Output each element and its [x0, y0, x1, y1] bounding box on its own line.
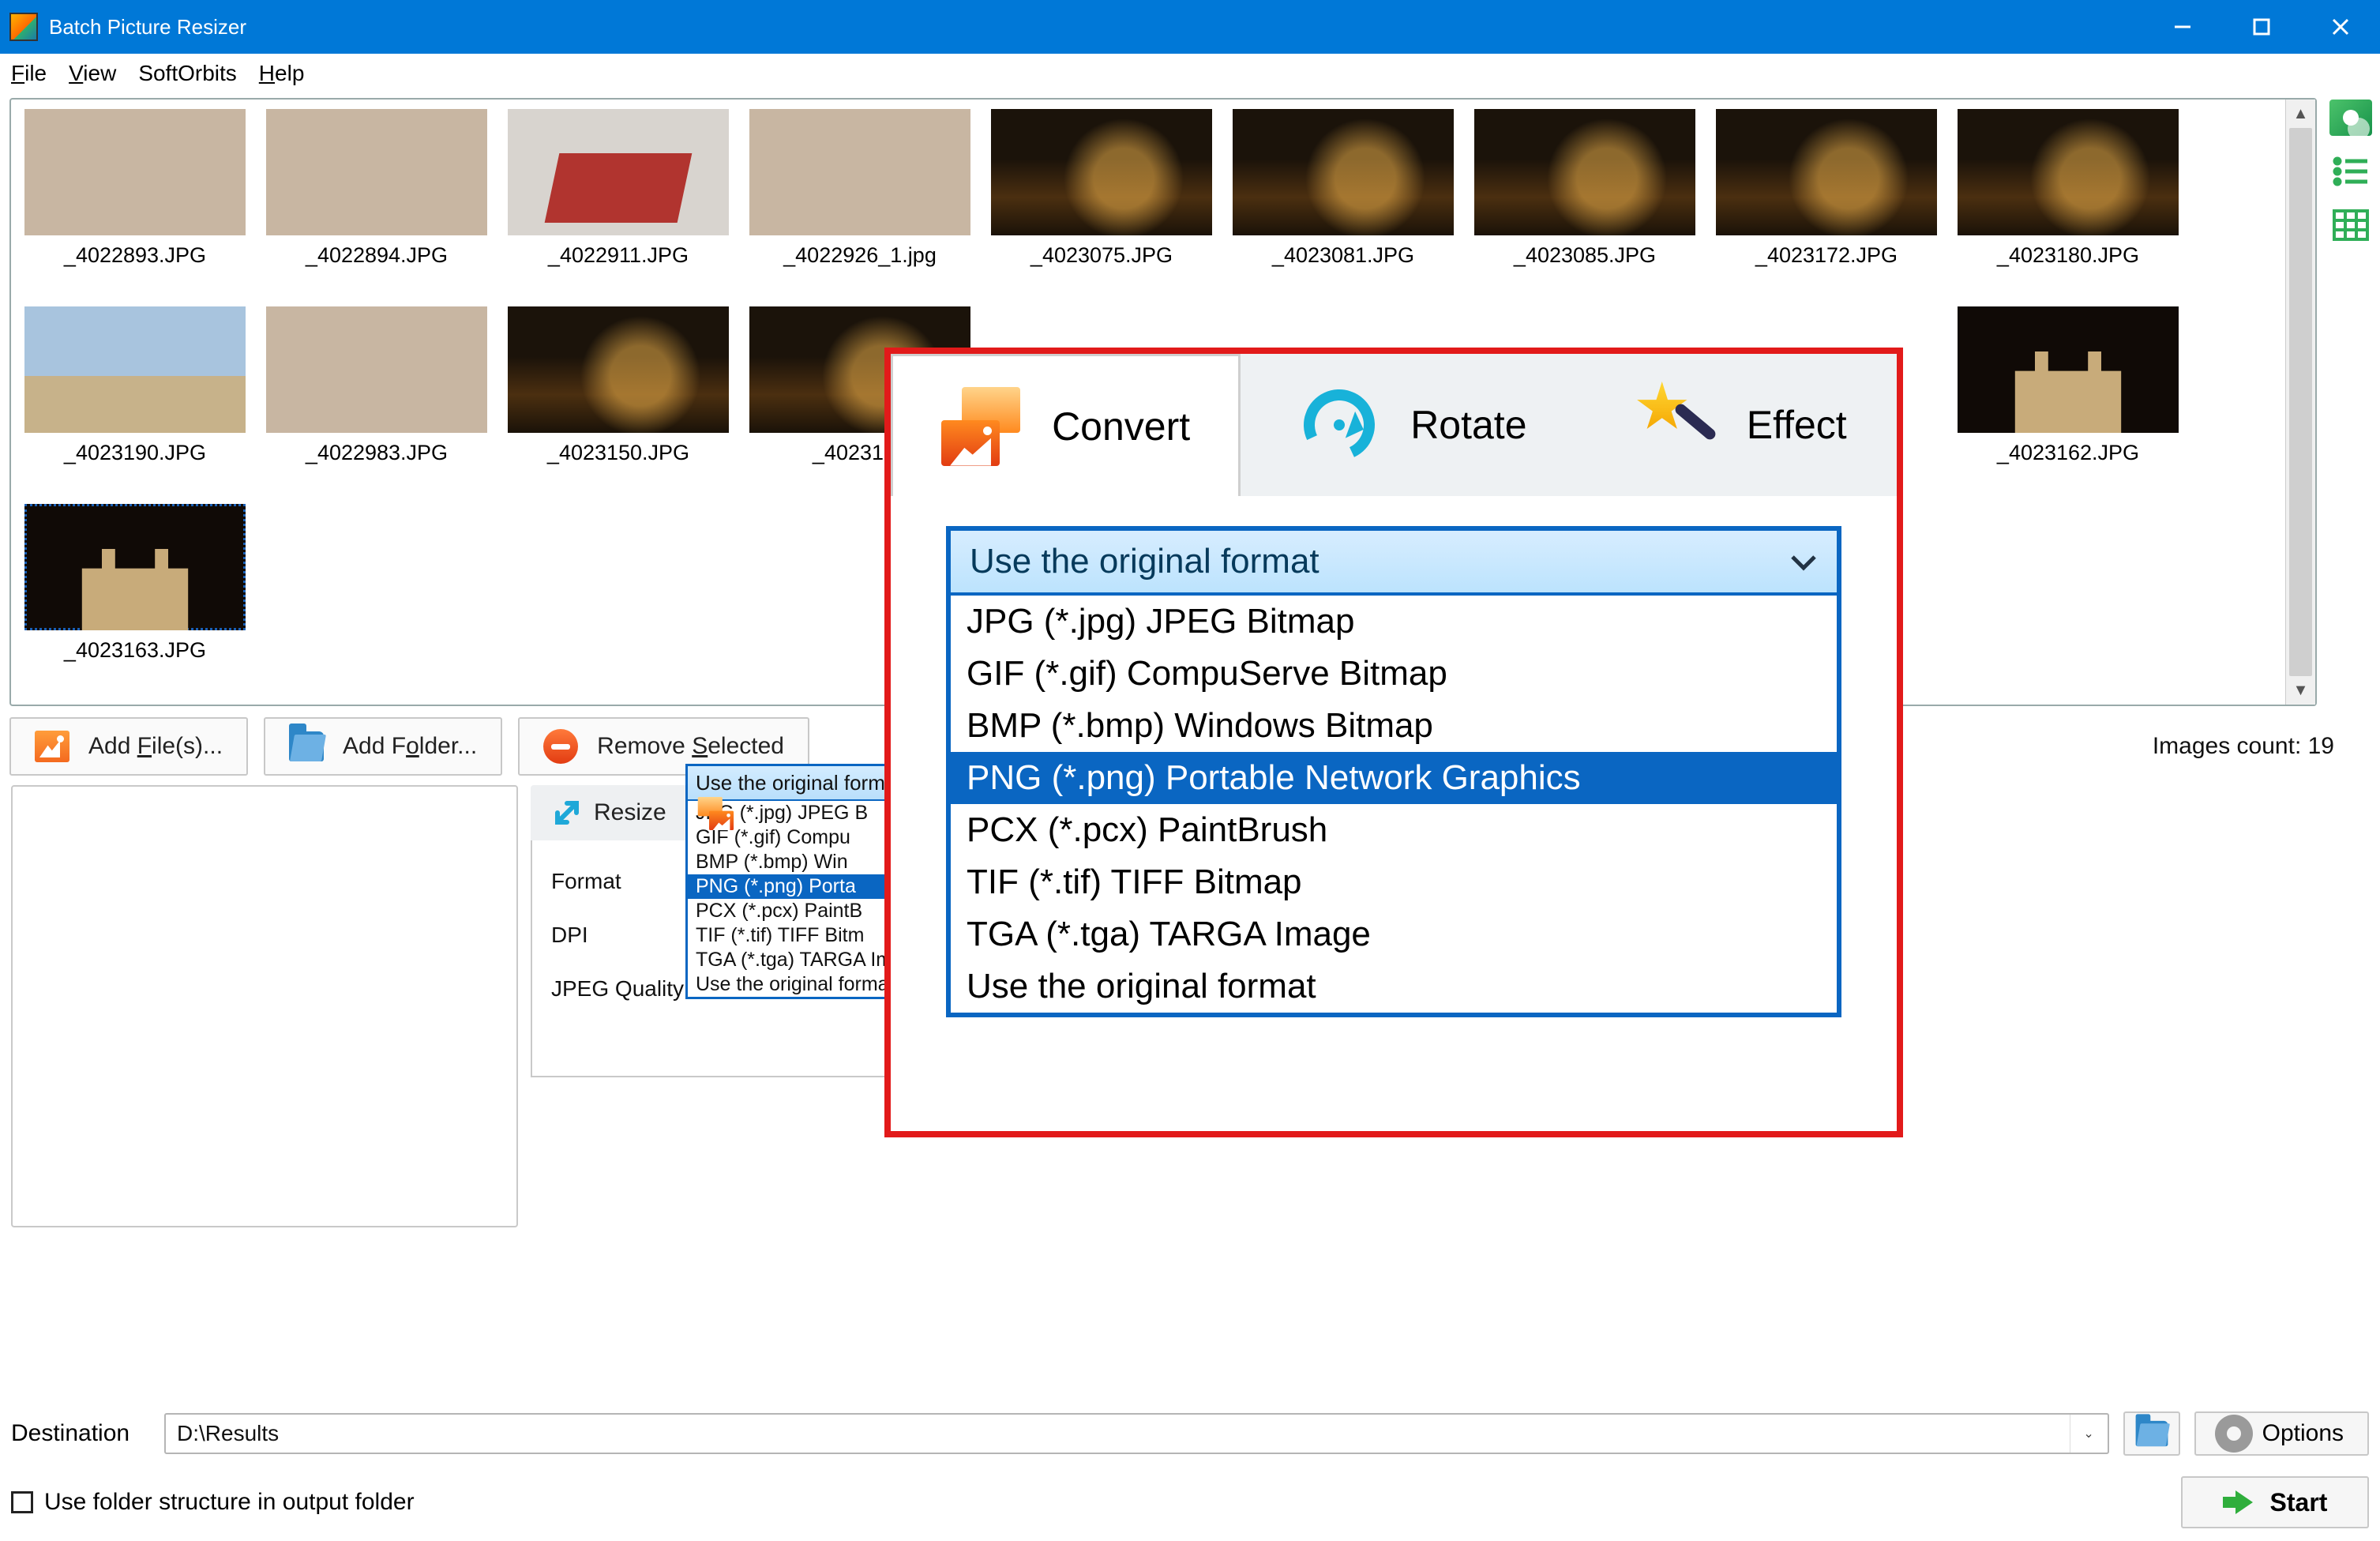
- menu-help[interactable]: Help: [259, 61, 305, 86]
- thumbnail[interactable]: _4023150.JPG: [497, 302, 739, 499]
- destination-dropdown-icon[interactable]: ⌄: [2070, 1415, 2108, 1453]
- format-option[interactable]: BMP (*.bmp) Windows Bitmap: [951, 700, 1837, 752]
- thumbnail-caption: _4023075.JPG: [1030, 243, 1173, 268]
- preview-image: [28, 833, 501, 1180]
- menu-view[interactable]: View: [69, 61, 116, 86]
- menu-file[interactable]: File: [11, 61, 47, 86]
- thumbnail-caption: _4022911.JPG: [548, 243, 689, 268]
- thumbnail[interactable]: _4023075.JPG: [981, 104, 1222, 302]
- format-option[interactable]: TIF (*.tif) TIFF Bitmap: [951, 856, 1837, 908]
- chevron-down-icon: [1789, 542, 1818, 581]
- thumbnail[interactable]: _4022911.JPG: [497, 104, 739, 302]
- jpeg-quality-label: JPEG Quality: [551, 976, 685, 1002]
- add-folder-button[interactable]: Add Folder...: [264, 717, 502, 776]
- menubar: File View SoftOrbits Help: [0, 54, 2380, 93]
- app-icon: [9, 13, 38, 41]
- thumbnail[interactable]: _4023085.JPG: [1464, 104, 1706, 302]
- thumbnail-caption: _4023172.JPG: [1755, 243, 1898, 268]
- thumbnail-caption: _4023150.JPG: [547, 441, 689, 465]
- format-option[interactable]: Use the original format: [951, 960, 1837, 1013]
- thumbnail[interactable]: _4022983.JPG: [256, 302, 497, 499]
- start-button[interactable]: Start: [2181, 1476, 2369, 1528]
- gear-icon: [2220, 1419, 2248, 1448]
- destination-label: Destination: [11, 1420, 150, 1447]
- thumbnail[interactable]: _4022894.JPG: [256, 104, 497, 302]
- thumbnail[interactable]: _4023081.JPG: [1222, 104, 1464, 302]
- use-folder-structure-checkbox[interactable]: [11, 1491, 33, 1513]
- thumbnail[interactable]: _4023163.JPG: [14, 499, 256, 697]
- thumbnail-caption: _4023180.JPG: [1997, 243, 2139, 268]
- resize-icon: [551, 797, 583, 829]
- thumbnail[interactable]: _4023190.JPG: [14, 302, 256, 499]
- callout-tab-effect[interactable]: Effect: [1586, 354, 1897, 496]
- start-arrow-icon: [2223, 1490, 2253, 1514]
- titlebar: Batch Picture Resizer: [0, 0, 2380, 54]
- use-folder-structure-label: Use folder structure in output folder: [44, 1489, 415, 1516]
- view-thumbnails-button[interactable]: [2329, 100, 2372, 136]
- format-option[interactable]: JPG (*.jpg) JPEG Bitmap: [951, 596, 1837, 648]
- convert-tab-callout: Convert Rotate Effect Use the original f…: [884, 348, 1903, 1137]
- destination-input[interactable]: D:\Results ⌄: [164, 1413, 2109, 1454]
- thumbnail-caption: _4023085.JPG: [1514, 243, 1656, 268]
- thumbnail[interactable]: _4022926_1.jpg: [739, 104, 981, 302]
- thumbnail[interactable]: _4023180.JPG: [1947, 104, 2189, 302]
- add-files-icon: [35, 731, 69, 762]
- options-button[interactable]: Options: [2194, 1411, 2369, 1456]
- rotate-icon: [1300, 385, 1379, 464]
- callout-format-select[interactable]: Use the original format JPG (*.jpg) JPEG…: [946, 526, 1841, 1017]
- close-button[interactable]: [2301, 0, 2380, 54]
- format-option[interactable]: PNG (*.png) Portable Network Graphics: [951, 752, 1837, 804]
- format-option[interactable]: PCX (*.pcx) PaintBrush: [951, 804, 1837, 856]
- add-folder-icon: [289, 731, 324, 761]
- thumbnail[interactable]: _4022893.JPG: [14, 104, 256, 302]
- view-grid-button[interactable]: [2329, 207, 2372, 243]
- view-mode-toolbar: [2322, 93, 2380, 706]
- window-title: Batch Picture Resizer: [49, 15, 2143, 39]
- format-option[interactable]: GIF (*.gif) CompuServe Bitmap: [951, 648, 1837, 700]
- thumbnail-caption: _4022983.JPG: [306, 441, 448, 465]
- menu-softorbits[interactable]: SoftOrbits: [138, 61, 236, 86]
- thumbnail[interactable]: _4023172.JPG: [1706, 104, 1947, 302]
- convert-icon: [941, 387, 1020, 466]
- callout-tab-convert[interactable]: Convert: [891, 354, 1241, 496]
- minimize-button[interactable]: [2143, 0, 2222, 54]
- folder-icon: [2135, 1421, 2168, 1446]
- scroll-down-icon[interactable]: ▼: [2286, 676, 2315, 705]
- scroll-up-icon[interactable]: ▲: [2286, 100, 2315, 128]
- thumbnail-caption: _4023163.JPG: [64, 638, 206, 663]
- format-label: Format: [551, 869, 685, 894]
- maximize-button[interactable]: [2222, 0, 2301, 54]
- thumbnail-caption: _4022893.JPG: [64, 243, 206, 268]
- thumbnail-caption: _4022894.JPG: [306, 243, 448, 268]
- thumbnail-caption: _4023162.JPG: [1997, 441, 2139, 465]
- preview-pane: [11, 785, 518, 1227]
- thumbnail-caption: _4023081.JPG: [1272, 243, 1414, 268]
- gallery-scrollbar[interactable]: ▲ ▼: [2285, 100, 2315, 705]
- thumbnail-caption: _4022926_1.jpg: [783, 243, 937, 268]
- thumbnail-caption: _4023190.JPG: [64, 441, 206, 465]
- effect-icon: [1636, 385, 1715, 464]
- add-files-button[interactable]: Add File(s)...: [9, 717, 248, 776]
- thumbnail[interactable]: _4023162.JPG: [1947, 302, 2189, 499]
- dpi-label: DPI: [551, 923, 685, 948]
- tab-resize[interactable]: Resize: [531, 785, 687, 840]
- remove-icon: [543, 729, 578, 764]
- images-count-label: Images count: 19: [2153, 733, 2334, 760]
- browse-destination-button[interactable]: [2123, 1411, 2180, 1456]
- format-option[interactable]: TGA (*.tga) TARGA Image: [951, 908, 1837, 960]
- callout-tab-rotate[interactable]: Rotate: [1241, 354, 1586, 496]
- view-list-button[interactable]: [2329, 153, 2372, 190]
